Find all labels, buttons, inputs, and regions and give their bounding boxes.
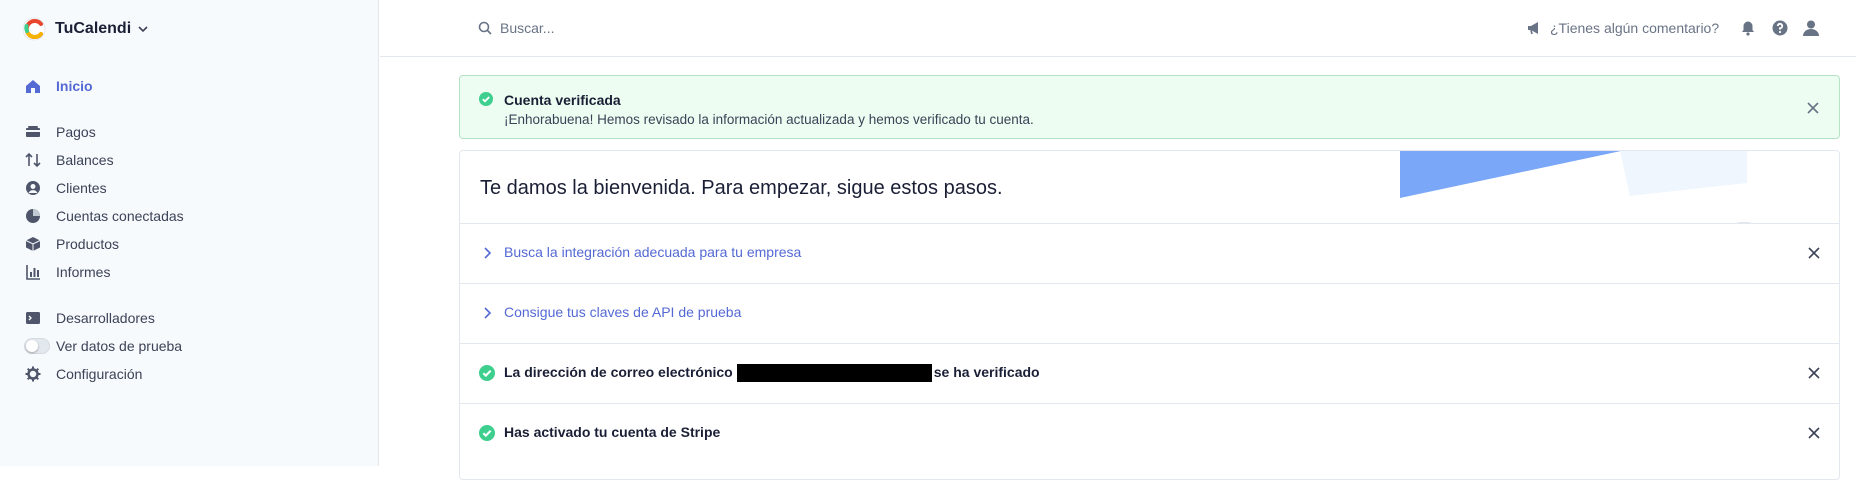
step-label-end: se ha verificado [933, 364, 1040, 380]
search-input[interactable]: Buscar... [478, 18, 554, 38]
step-label[interactable]: Consigue tus claves de API de prueba [504, 304, 741, 320]
profile-icon[interactable] [1801, 18, 1821, 38]
verification-banner: Cuenta verificada ¡Enhorabuena! Hemos re… [459, 75, 1840, 139]
close-icon[interactable] [1807, 426, 1821, 440]
check-circle-icon [479, 365, 495, 381]
sidebar-item-balances[interactable]: Balances [24, 148, 114, 172]
home-icon [24, 77, 42, 95]
sidebar-item-label: Productos [56, 236, 120, 252]
sidebar-item-configuracion[interactable]: Configuración [24, 362, 142, 386]
close-icon[interactable] [1805, 100, 1821, 116]
feedback-label: ¿Tienes algún comentario? [1550, 20, 1720, 36]
step-label[interactable]: Busca la integración adecuada para tu em… [504, 244, 801, 260]
check-circle-icon [479, 92, 493, 106]
step-label: La dirección de correo electrónico se ha … [504, 364, 1040, 383]
products-icon [24, 235, 42, 253]
sidebar-item-cuentas-conectadas[interactable]: Cuentas conectadas [24, 204, 184, 228]
onboarding-step: La dirección de correo electrónico se ha … [460, 343, 1839, 403]
brand-logo-icon [22, 17, 46, 41]
sidebar-item-clientes[interactable]: Clientes [24, 176, 107, 200]
gear-icon [24, 365, 42, 383]
chevron-right-icon [484, 247, 492, 259]
sidebar-item-label: Configuración [56, 366, 143, 382]
onboarding-step[interactable]: Consigue tus claves de API de prueba [460, 283, 1839, 343]
banner-text: ¡Enhorabuena! Hemos revisado la informac… [504, 112, 1034, 127]
sidebar-item-desarrolladores[interactable]: Desarrolladores [24, 306, 155, 330]
sidebar-item-pagos[interactable]: Pagos [24, 120, 96, 144]
connected-accounts-icon [24, 207, 42, 225]
search-icon [478, 21, 492, 35]
sidebar-item-productos[interactable]: Productos [24, 232, 119, 256]
step-label: Has activado tu cuenta de Stripe [504, 424, 721, 440]
chevron-right-icon [484, 307, 492, 319]
redacted-email [736, 364, 932, 383]
sidebar-item-inicio[interactable]: Inicio [24, 74, 93, 98]
balances-icon [24, 151, 42, 169]
test-data-toggle[interactable] [24, 338, 50, 354]
step-label-start: La dirección de correo electrónico [504, 364, 733, 380]
reports-icon [24, 263, 42, 281]
chevron-down-icon [138, 26, 148, 33]
test-data-toggle-row[interactable]: Ver datos de prueba [24, 334, 182, 358]
close-icon[interactable] [1807, 366, 1821, 380]
search-placeholder: Buscar... [500, 20, 555, 36]
sidebar-item-label: Cuentas conectadas [56, 208, 184, 224]
megaphone-icon [1528, 22, 1538, 35]
welcome-title: Te damos la bienvenida. Para empezar, si… [480, 177, 1003, 199]
developers-icon [24, 309, 42, 327]
close-icon[interactable] [1807, 246, 1821, 260]
account-name: TuCalendi [55, 20, 132, 37]
topbar: Buscar... ¿Tienes algún comentario? [380, 0, 1856, 57]
sidebar-item-label: Informes [56, 264, 111, 280]
sidebar-item-label: Inicio [56, 78, 93, 94]
onboarding-step[interactable]: Busca la integración adecuada para tu em… [460, 223, 1839, 283]
sidebar-item-label: Balances [56, 152, 114, 168]
payments-icon [24, 123, 42, 141]
sidebar-item-label: Pagos [56, 124, 96, 140]
notifications-icon[interactable] [1738, 18, 1758, 38]
sidebar-item-label: Clientes [56, 180, 107, 196]
feedback-button[interactable]: ¿Tienes algún comentario? [1526, 18, 1719, 38]
sidebar: TuCalendi Inicio Pagos Balances Clientes… [0, 0, 379, 466]
sidebar-item-informes[interactable]: Informes [24, 260, 110, 284]
help-icon[interactable] [1770, 18, 1790, 38]
account-switcher[interactable]: TuCalendi [22, 16, 149, 42]
welcome-card: Te damos la bienvenida. Para empezar, si… [459, 150, 1840, 480]
banner-title: Cuenta verificada [504, 92, 621, 108]
onboarding-step: Has activado tu cuenta de Stripe [460, 403, 1839, 463]
sidebar-item-label: Ver datos de prueba [56, 338, 183, 354]
check-circle-icon [479, 425, 495, 441]
customers-icon [24, 179, 42, 197]
sidebar-item-label: Desarrolladores [56, 310, 155, 326]
